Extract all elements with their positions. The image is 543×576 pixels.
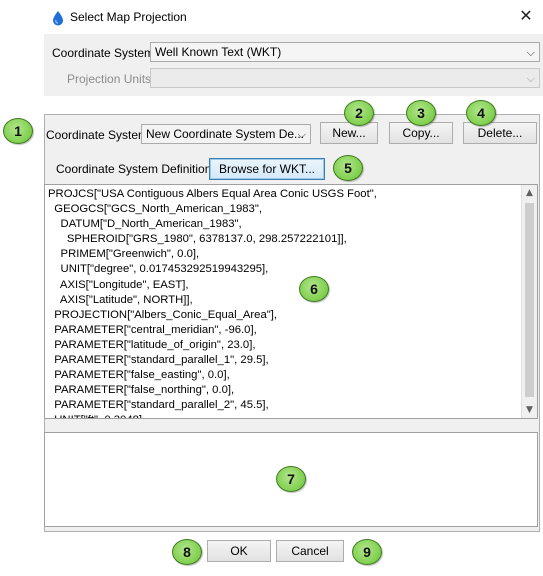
wkt-definition-textarea[interactable]: PROJCS["USA Contiguous Albers Equal Area… <box>44 184 538 419</box>
definition-label: Coordinate System Definition: <box>56 162 215 176</box>
callout-badge-7: 7 <box>276 466 306 492</box>
vertical-scrollbar[interactable]: ▲ ▼ <box>521 185 537 418</box>
chevron-down-icon: ⌵ <box>297 128 306 141</box>
chevron-down-icon: ⌵ <box>526 72 535 85</box>
callout-badge-4: 4 <box>466 100 496 126</box>
ok-button[interactable]: OK <box>207 540 271 562</box>
scroll-down-arrow-icon[interactable]: ▼ <box>522 402 537 418</box>
callout-badge-6: 6 <box>299 276 329 302</box>
browse-wkt-button[interactable]: Browse for WKT... <box>209 158 325 180</box>
coordinate-system-label: Coordinate System: <box>52 46 158 60</box>
new-button[interactable]: New... <box>320 122 378 144</box>
coordinate-system-dropdown[interactable]: Well Known Text (WKT) ⌵ <box>150 42 540 62</box>
callout-badge-9: 9 <box>352 539 382 565</box>
callout-badge-2: 2 <box>344 100 374 126</box>
group-coordinate-system-value: New Coordinate System De... <box>146 127 305 141</box>
scroll-thumb[interactable] <box>525 203 534 397</box>
wkt-text: PROJCS["USA Contiguous Albers Equal Area… <box>48 188 377 418</box>
projection-units-dropdown[interactable]: ⌵ <box>150 68 540 88</box>
cancel-button[interactable]: Cancel <box>276 540 344 562</box>
callout-badge-1: 1 <box>3 118 33 144</box>
group-coordinate-system-label: Coordinate System: <box>46 128 152 142</box>
delete-button[interactable]: Delete... <box>463 122 537 144</box>
window-title: Select Map Projection <box>70 10 187 24</box>
close-icon[interactable]: ✕ <box>518 7 534 25</box>
group-coordinate-system-dropdown[interactable]: New Coordinate System De... ⌵ <box>141 124 311 144</box>
projection-units-label: Projection Units: <box>67 72 155 86</box>
callout-badge-3: 3 <box>406 100 436 126</box>
coordinate-system-value: Well Known Text (WKT) <box>155 45 282 59</box>
callout-badge-5: 5 <box>333 155 363 181</box>
chevron-down-icon: ⌵ <box>526 46 535 59</box>
callout-badge-8: 8 <box>172 539 202 565</box>
scroll-up-arrow-icon[interactable]: ▲ <box>522 185 537 201</box>
water-drop-icon <box>53 11 63 26</box>
